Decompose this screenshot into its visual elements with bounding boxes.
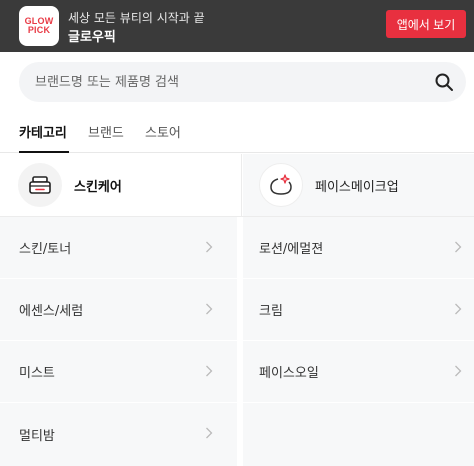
category-face-makeup[interactable]: 페이스메이크업 xyxy=(243,154,474,216)
empty-grid-cell xyxy=(243,403,474,466)
subcategory-face-oil[interactable]: 페이스오일 xyxy=(243,341,474,403)
tab-bar: 카테고리 브랜드 스토어 xyxy=(0,116,474,153)
chevron-right-icon xyxy=(206,365,213,377)
banner-title: 글로우픽 xyxy=(68,30,116,45)
subcategory-label: 페이스오일 xyxy=(259,366,319,381)
open-in-app-button[interactable]: 앱에서 보기 xyxy=(386,10,466,38)
subcategory-label: 미스트 xyxy=(19,366,55,381)
tab-category[interactable]: 카테고리 xyxy=(19,122,69,153)
category-label: 스킨케어 xyxy=(74,179,122,195)
banner-subtitle: 세상 모든 뷰티의 시작과 끝 xyxy=(68,11,205,25)
subcategory-essence-serum[interactable]: 에센스/세럼 xyxy=(0,279,237,341)
glowpick-logo[interactable]: GLOW PICK xyxy=(19,6,59,46)
chevron-right-icon xyxy=(455,241,462,253)
cream-jar-icon xyxy=(18,163,62,207)
subcategory-cream[interactable]: 크림 xyxy=(243,279,474,341)
subcategory-label: 스킨/토너 xyxy=(19,242,72,257)
app-banner: GLOW PICK 세상 모든 뷰티의 시작과 끝 글로우픽 앱에서 보기 xyxy=(0,0,474,52)
chevron-right-icon xyxy=(206,241,213,253)
category-skincare[interactable]: 스킨케어 xyxy=(0,154,242,216)
search-icon[interactable] xyxy=(434,72,454,92)
chevron-right-icon xyxy=(206,427,213,439)
compact-sparkle-icon xyxy=(259,163,303,207)
subcategory-label: 멀티밤 xyxy=(19,429,55,444)
chevron-right-icon xyxy=(455,303,462,315)
chevron-right-icon xyxy=(455,365,462,377)
search-bar[interactable] xyxy=(19,62,466,102)
chevron-right-icon xyxy=(206,303,213,315)
subcategory-skin-toner[interactable]: 스킨/토너 xyxy=(0,217,237,279)
tab-store[interactable]: 스토어 xyxy=(145,122,181,153)
category-row: 스킨케어 페이스메이크업 xyxy=(0,154,474,217)
category-label: 페이스메이크업 xyxy=(315,179,399,195)
subcategory-label: 크림 xyxy=(259,304,283,319)
tab-brand[interactable]: 브랜드 xyxy=(88,122,124,153)
subcategory-multi-balm[interactable]: 멀티밤 xyxy=(0,403,237,466)
subcategory-label: 에센스/세럼 xyxy=(19,304,84,319)
subcategory-label: 로션/에멀젼 xyxy=(259,242,324,257)
search-input[interactable] xyxy=(35,62,415,102)
subcategory-lotion-emulsion[interactable]: 로션/에멀젼 xyxy=(243,217,474,279)
logo-text-line2: PICK xyxy=(27,25,51,35)
subcategory-mist[interactable]: 미스트 xyxy=(0,341,237,403)
